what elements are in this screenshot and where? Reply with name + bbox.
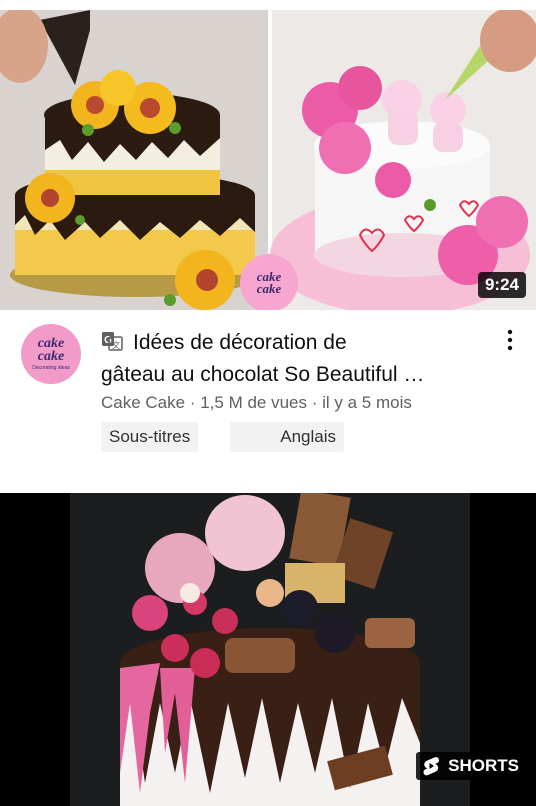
- shorts-thumbnail[interactable]: SHORTS: [0, 493, 536, 806]
- upload-age: il y a 5 mois: [322, 393, 412, 412]
- more-vert-icon[interactable]: [498, 326, 522, 354]
- title-line-2[interactable]: gâteau au chocolat So Beautiful …: [101, 363, 424, 386]
- channel-avatar[interactable]: cake cake Decorating ideas: [21, 324, 81, 384]
- channel-name[interactable]: Cake Cake: [101, 393, 185, 412]
- video-meta: cake cake Decorating ideas G 文 Idées de …: [0, 310, 536, 485]
- subtitles-badge: Sous-titres: [101, 422, 199, 452]
- video-title[interactable]: G 文 Idées de décoration de gâteau au cho…: [101, 328, 481, 390]
- shorts-badge: SHORTS: [416, 752, 528, 780]
- title-line-1[interactable]: Idées de décoration de: [133, 331, 347, 354]
- video-subtitle-line: Cake Cake · 1,5 M de vues · il y a 5 moi…: [101, 393, 412, 412]
- video-thumbnail[interactable]: cake cake 9:24: [0, 10, 536, 310]
- translate-icon: G 文: [101, 330, 123, 360]
- svg-text:文: 文: [112, 340, 120, 350]
- view-count: 1,5 M de vues: [200, 393, 307, 412]
- shorts-icon: [423, 757, 440, 776]
- language-badge: Anglais: [230, 422, 344, 452]
- duration-badge: 9:24: [477, 272, 526, 298]
- channel-watermark: cake cake: [240, 254, 298, 310]
